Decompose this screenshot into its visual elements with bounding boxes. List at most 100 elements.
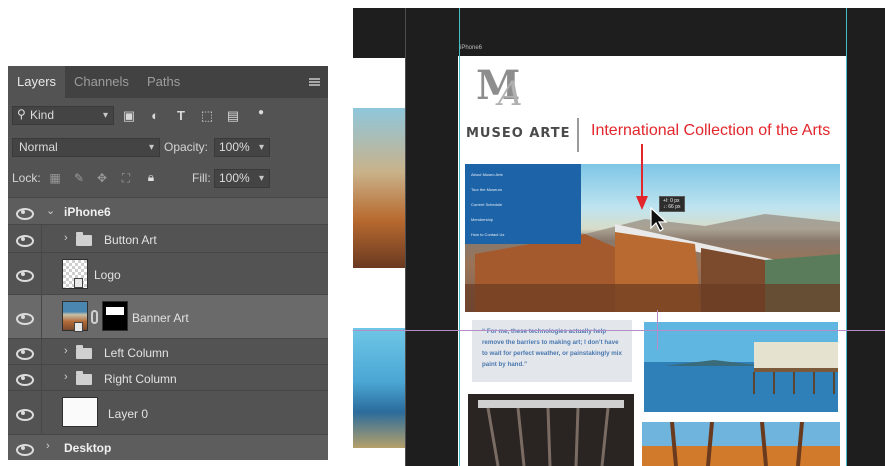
chevron-right-icon[interactable]: ›	[64, 345, 68, 357]
lake-painting	[644, 322, 838, 412]
layer-name: Button Art	[104, 233, 157, 247]
annotation-label: International Collection of the Arts	[591, 122, 831, 139]
blend-mode-dropdown[interactable]: Normal ▾	[12, 138, 160, 157]
opacity-value: 100%	[219, 140, 250, 154]
visibility-eye-icon[interactable]	[14, 407, 34, 421]
museo-logo-script: A	[498, 74, 523, 114]
visibility-eye-icon[interactable]	[14, 233, 34, 247]
document-canvas[interactable]: iPhone6 M A MUSEO ARTE About Museo Arte …	[353, 8, 885, 466]
chevron-right-icon[interactable]: ›	[46, 440, 50, 452]
link-icon[interactable]	[91, 310, 98, 324]
layer-row-left-column[interactable]: › Left Column	[8, 338, 328, 364]
chevron-down-icon[interactable]: ⌄	[46, 204, 55, 217]
layers-panel: Layers Channels Paths ⚲ Kind ▾ ▣ ◐ T ⬚ ▤…	[8, 66, 328, 460]
lake-photo	[644, 322, 838, 412]
interior-painting	[468, 394, 634, 466]
fill-label: Fill:	[192, 171, 211, 185]
interior-photo	[468, 394, 634, 466]
layer-name: Logo	[94, 268, 121, 282]
vertical-guide[interactable]	[459, 8, 460, 466]
lock-row: Lock: ▦ ✎ ✥ ⛶ 🔒︎ Fill: 100% ▾	[8, 169, 328, 191]
lock-all-icon[interactable]: 🔒︎	[144, 170, 158, 184]
nav-item-contact[interactable]: How to Contact Us	[471, 232, 504, 237]
visibility-eye-icon[interactable]	[14, 206, 34, 220]
nav-item-about[interactable]: About Museo Arte	[471, 172, 503, 177]
smart-object-icon	[74, 278, 83, 288]
layer-row-iphone6[interactable]: ⌄ iPhone6	[8, 197, 328, 224]
search-icon: ⚲	[17, 107, 26, 121]
adjustment-filter-icon[interactable]: ◐	[148, 109, 162, 123]
smart-guide	[657, 310, 658, 350]
iphone6-artboard: M A MUSEO ARTE About Museo Arte Tour the…	[458, 56, 846, 466]
layer-name: Right Column	[104, 372, 177, 386]
visibility-eye-icon[interactable]	[14, 372, 34, 386]
nav-item-membership[interactable]: Membership	[471, 217, 493, 222]
folder-icon	[76, 371, 92, 385]
filter-row: ⚲ Kind ▾ ▣ ◐ T ⬚ ▤ ●	[8, 106, 328, 128]
title-divider	[577, 118, 579, 152]
lake-image-fragment	[353, 328, 405, 448]
filter-toggle-icon[interactable]: ●	[254, 106, 268, 120]
visibility-eye-icon[interactable]	[14, 311, 34, 325]
layer-row-desktop[interactable]: › Desktop	[8, 434, 328, 460]
lock-pixels-icon[interactable]: ✎	[72, 171, 86, 185]
panel-tab-bar: Layers Channels Paths	[8, 66, 328, 98]
layer-mask-thumbnail[interactable]	[102, 301, 128, 331]
nav-item-tour[interactable]: Tour the Museum	[471, 187, 502, 192]
layer-name: Desktop	[64, 441, 112, 455]
layer-row-layer-0[interactable]: Layer 0	[8, 390, 328, 434]
chevron-down-icon: ▾	[148, 142, 154, 153]
lock-position-icon[interactable]: ✥	[95, 171, 109, 185]
visibility-eye-icon[interactable]	[14, 442, 34, 456]
vertical-guide[interactable]	[846, 8, 847, 466]
nav-item-schedule[interactable]: Current Schedule	[471, 202, 502, 207]
chevron-down-icon: ▾	[102, 110, 108, 121]
fill-value: 100%	[219, 171, 250, 185]
layer-thumbnail	[62, 397, 98, 427]
pixel-filter-icon[interactable]: ▣	[122, 109, 136, 123]
adjacent-artboard	[353, 58, 405, 466]
tab-channels[interactable]: Channels	[74, 66, 129, 98]
lock-artboard-icon[interactable]: ⛶	[119, 171, 133, 185]
chevron-right-icon[interactable]: ›	[64, 371, 68, 383]
opacity-field[interactable]: 100% ▾	[214, 138, 270, 157]
layer-name: Left Column	[104, 346, 169, 360]
annotation-arrow-icon	[636, 144, 648, 210]
visibility-eye-icon[interactable]	[14, 268, 34, 282]
type-filter-icon[interactable]: T	[174, 109, 188, 123]
folder-icon	[76, 232, 92, 246]
trees-painting	[642, 422, 840, 466]
lock-transparent-icon[interactable]: ▦	[48, 171, 62, 185]
layer-row-banner-art[interactable]: Banner Art	[8, 294, 328, 338]
brand-name: MUSEO ARTE	[466, 126, 571, 141]
layer-row-button-art[interactable]: › Button Art	[8, 224, 328, 252]
smart-object-icon	[74, 322, 83, 332]
layer-row-logo[interactable]: Logo	[8, 252, 328, 294]
banner-image-fragment	[353, 108, 405, 268]
folder-icon	[76, 345, 92, 359]
banner-art[interactable]: About Museo Arte Tour the Museum Current…	[465, 164, 840, 312]
artboard-label[interactable]: iPhone6	[460, 45, 482, 51]
blend-mode-value: Normal	[19, 140, 58, 154]
filter-kind-dropdown[interactable]: ⚲ Kind ▾	[12, 106, 114, 125]
layer-name: iPhone6	[64, 205, 111, 219]
filter-kind-label: Kind	[30, 108, 55, 122]
panel-menu-icon[interactable]	[309, 78, 320, 86]
layer-row-right-column[interactable]: › Right Column	[8, 364, 328, 390]
artboard-gutter-line	[405, 8, 406, 466]
layer-name: Banner Art	[132, 311, 189, 325]
layer-name: Layer 0	[108, 407, 149, 421]
opacity-label: Opacity:	[164, 140, 209, 154]
smart-object-filter-icon[interactable]: ▤	[226, 109, 240, 123]
cursor-arrow-icon	[650, 206, 668, 232]
trees-photo	[642, 422, 840, 466]
shape-filter-icon[interactable]: ⬚	[200, 109, 214, 123]
tab-layers[interactable]: Layers	[8, 66, 66, 98]
chevron-down-icon: ▾	[258, 142, 264, 153]
chevron-right-icon[interactable]: ›	[64, 232, 68, 244]
tab-paths[interactable]: Paths	[147, 66, 180, 98]
fill-field[interactable]: 100% ▾	[214, 169, 270, 188]
visibility-eye-icon[interactable]	[14, 346, 34, 360]
horizontal-guide[interactable]	[353, 330, 885, 331]
blend-row: Normal ▾ Opacity: 100% ▾	[8, 138, 328, 160]
